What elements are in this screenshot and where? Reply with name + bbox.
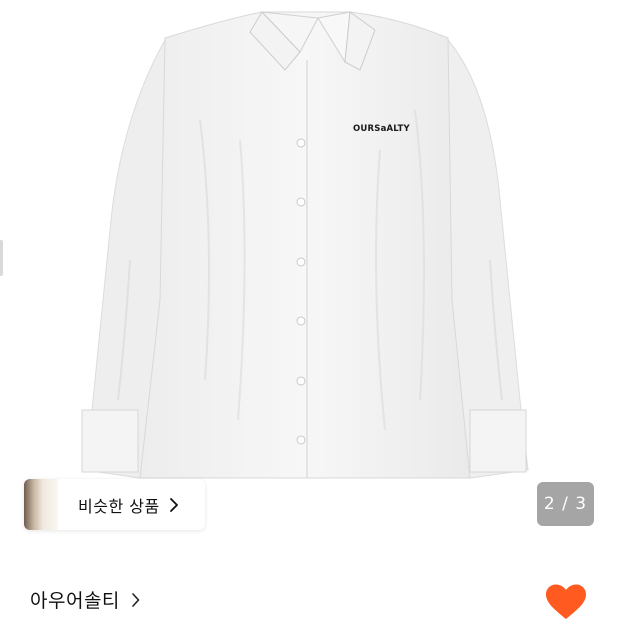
product-image-gallery[interactable]: OURSaALTY 비슷한 상품 2 / 3: [0, 0, 620, 548]
brand-name: 아우어솔티: [30, 590, 120, 612]
heart-icon[interactable]: [545, 584, 587, 620]
chevron-right-icon: [132, 592, 140, 607]
product-photo: OURSaALTY: [81, 11, 529, 479]
image-page-counter: 2 / 3: [537, 482, 594, 526]
svg-text:OURSaALTY: OURSaALTY: [353, 124, 411, 134]
similar-products-label: 비슷한 상품: [78, 496, 160, 516]
similar-products-button[interactable]: 비슷한 상품: [24, 479, 205, 530]
brand-link[interactable]: 아우어솔티: [30, 586, 141, 613]
similar-product-thumbnail: [24, 479, 58, 530]
previous-image-handle[interactable]: [0, 240, 3, 276]
chevron-right-icon: [169, 497, 178, 512]
